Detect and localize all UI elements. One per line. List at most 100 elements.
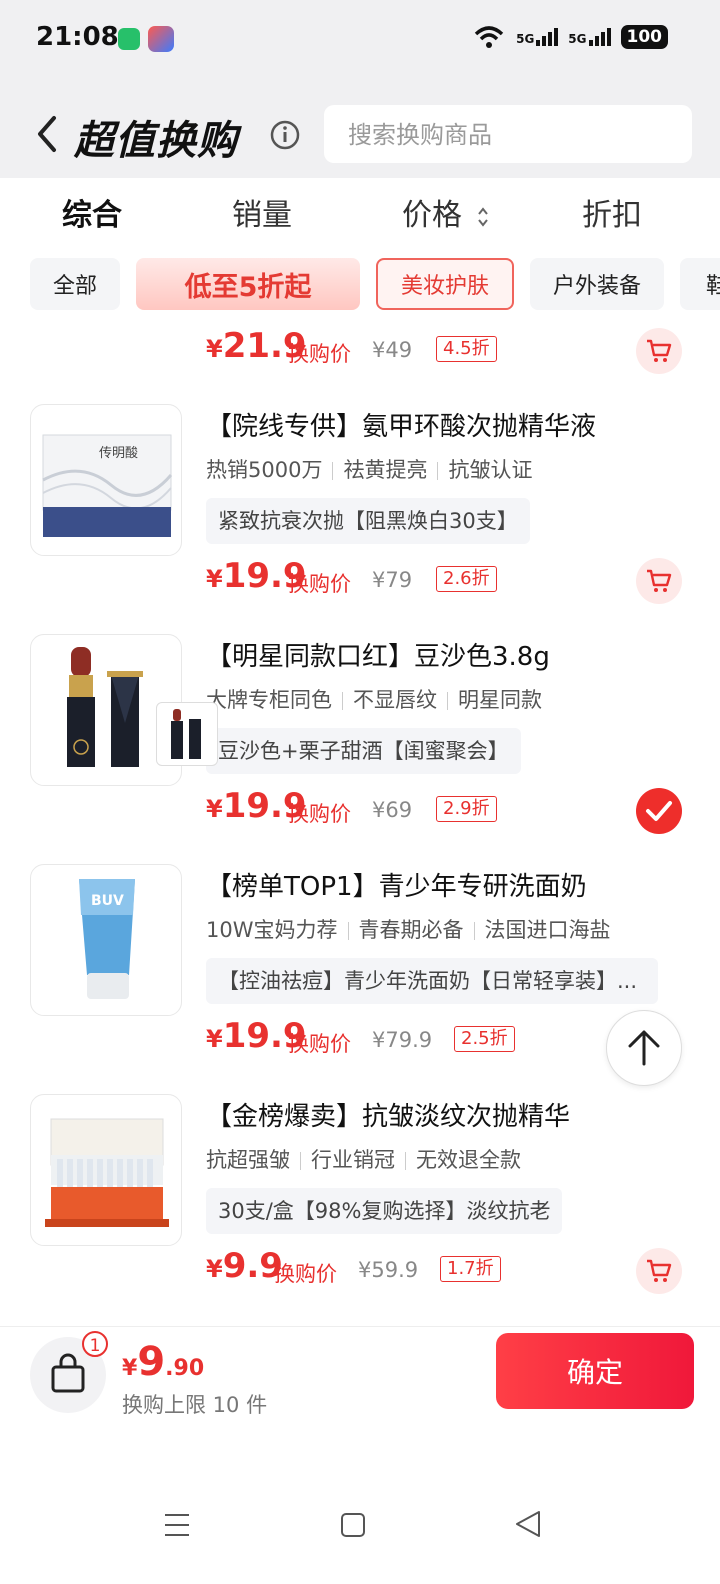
add-to-cart-button[interactable] <box>636 1248 682 1294</box>
chip-beauty[interactable]: 美妆护肤 <box>376 258 514 310</box>
menu-icon[interactable] <box>164 1512 190 1538</box>
cart-icon <box>647 339 672 362</box>
sort-tab-sales[interactable]: 销量 <box>232 190 292 234</box>
total-price: ¥9.90 <box>122 1339 204 1385</box>
product-title: 【明星同款口红】豆沙色3.8g <box>206 642 550 672</box>
discount-badge: 4.5折 <box>436 336 497 362</box>
back-arrow-icon[interactable] <box>32 114 62 154</box>
product-tag: 行业销冠 <box>311 1148 395 1172</box>
sort-tab-comprehensive[interactable]: 综合 <box>62 190 122 234</box>
price-label: 换购价 <box>288 802 351 826</box>
home-icon[interactable] <box>340 1512 366 1538</box>
price-label: 换购价 <box>288 342 351 366</box>
cart-icon <box>647 569 672 592</box>
lipstick-mini-image <box>171 709 201 759</box>
signal-2-label: 5G <box>568 32 587 46</box>
purchase-limit-text: 换购上限 10 件 <box>122 1393 268 1417</box>
product-tag: 10W宝妈力荐 <box>206 918 338 942</box>
cart-icon <box>647 1259 672 1282</box>
product-tags: 抗超强皱 行业销冠 无效退全款 <box>206 1144 521 1174</box>
product-spec[interactable]: 紧致抗衰次抛【阻黑焕白30支】 <box>206 498 530 544</box>
original-price: ¥79.9 <box>372 1028 433 1052</box>
cell-signal-2-icon: 5G <box>568 28 611 46</box>
cell-signal-1-icon: 5G <box>516 28 559 46</box>
discount-badge: 1.7折 <box>440 1256 501 1282</box>
product-item[interactable]: 【金榜爆卖】抗皱淡纹次抛精华 抗超强皱 行业销冠 无效退全款 30支/盒【98%复购… <box>0 1094 720 1324</box>
product-tag: 无效退全款 <box>416 1148 521 1172</box>
scroll-to-top-button[interactable] <box>606 1010 682 1086</box>
total-integer: 9 <box>137 1339 166 1385</box>
category-chips: 全部 低至5折起 美妆护肤 户外装备 鞋 <box>0 256 720 314</box>
discount-badge: 2.6折 <box>436 566 497 592</box>
confirm-button[interactable]: 确定 <box>496 1333 694 1409</box>
price-label: 换购价 <box>274 1262 337 1286</box>
first-item-price-row: ¥21.9 换购价 ¥49 4.5折 <box>206 326 686 378</box>
back-icon[interactable] <box>514 1510 542 1538</box>
product-tags: 大牌专柜同色 不显唇纹 明星同款 <box>206 684 542 714</box>
price-label: 换购价 <box>288 572 351 596</box>
signal-1-label: 5G <box>516 32 535 46</box>
product-tag: 不显唇纹 <box>353 688 437 712</box>
chip-outdoor[interactable]: 户外装备 <box>530 258 664 310</box>
total-currency: ¥ <box>122 1356 138 1381</box>
sort-bar: 综合 销量 价格 折扣 <box>0 178 720 244</box>
add-to-cart-button[interactable] <box>636 328 682 374</box>
selected-checkmark-button[interactable] <box>636 788 682 834</box>
status-bar: 21:08 5G 5G 100 <box>0 0 720 80</box>
product-tags: 10W宝妈力荐 青春期必备 法国进口海盐 <box>206 914 611 944</box>
thumb-brand-text: BUV <box>91 893 124 909</box>
wifi-icon <box>474 26 504 48</box>
product-tag: 大牌专柜同色 <box>206 688 332 712</box>
chip-all[interactable]: 全部 <box>30 258 120 310</box>
product-thumbnail: 传明酸 <box>30 404 182 556</box>
ampoule-box-image <box>45 1118 169 1227</box>
battery-app-icon <box>118 28 140 50</box>
discount-badge: 2.5折 <box>454 1026 515 1052</box>
product-tag: 青春期必备 <box>358 918 464 942</box>
sort-tab-price[interactable]: 价格 <box>402 190 490 234</box>
product-item[interactable]: 传明酸 【院线专供】氨甲环酸次抛精华液 热销5000万 祛黄提亮 抗皱认证 紧致抗衰… <box>0 404 720 634</box>
sort-tab-discount[interactable]: 折扣 <box>582 190 642 234</box>
product-title: 【院线专供】氨甲环酸次抛精华液 <box>206 412 597 442</box>
product-tag: 抗超强皱 <box>206 1148 290 1172</box>
product-spec[interactable]: 豆沙色+栗子甜酒【闺蜜聚会】 <box>206 728 521 774</box>
system-nav-bar <box>0 1480 720 1584</box>
cleanser-tube-image: BUV <box>79 879 135 999</box>
original-price: ¥79 <box>372 568 413 592</box>
arrow-up-icon <box>628 1030 660 1066</box>
add-to-cart-button[interactable] <box>636 558 682 604</box>
product-thumbnail <box>30 1094 182 1246</box>
search-box[interactable] <box>324 105 692 165</box>
product-tags: 热销5000万 祛黄提亮 抗皱认证 <box>206 454 532 484</box>
product-spec[interactable]: 30支/盒【98%复购选择】淡纹抗老 <box>206 1188 563 1234</box>
product-title: 【金榜爆卖】抗皱淡纹次抛精华 <box>206 1102 571 1132</box>
thumb-brand-text: 传明酸 <box>99 446 138 461</box>
price-row: ¥9.9 换购价 ¥59.9 1.7折 <box>206 1246 686 1298</box>
serum-box-image: 传明酸 <box>42 434 173 537</box>
total-decimal: .90 <box>165 1356 205 1381</box>
product-spec[interactable]: 【控油祛痘】青少年洗面奶【日常轻享装】... <box>206 958 658 1004</box>
chip-promo[interactable]: 低至5折起 <box>136 258 360 310</box>
page-title: 超值换购 <box>74 118 238 164</box>
price-row: ¥19.9 换购价 ¥69 2.9折 <box>206 786 686 838</box>
page-header: 超值换购 <box>0 100 720 170</box>
bag-count-badge: 1 <box>82 1331 108 1357</box>
check-icon <box>646 801 672 821</box>
battery-indicator: 100 <box>620 25 668 49</box>
original-price: ¥49 <box>372 338 413 362</box>
info-icon[interactable] <box>270 120 300 150</box>
product-thumbnail: BUV <box>30 864 182 1016</box>
product-tag: 抗皱认证 <box>448 458 533 482</box>
search-input[interactable] <box>346 105 680 165</box>
sort-tab-price-label: 价格 <box>402 198 462 233</box>
fly-to-cart-thumbnail <box>156 702 218 766</box>
price: ¥9.9 <box>206 1246 283 1286</box>
discount-badge: 2.9折 <box>436 796 497 822</box>
price-label: 换购价 <box>288 1032 351 1056</box>
chip-shoes[interactable]: 鞋 <box>680 258 720 310</box>
original-price: ¥69 <box>372 798 413 822</box>
product-item[interactable]: 【明星同款口红】豆沙色3.8g 大牌专柜同色 不显唇纹 明星同款 豆沙色+栗子甜酒【… <box>0 634 720 864</box>
product-title: 【榜单TOP1】青少年专研洗面奶 <box>206 872 587 902</box>
status-time: 21:08 <box>36 22 119 52</box>
shopping-bag-icon <box>51 1353 85 1393</box>
